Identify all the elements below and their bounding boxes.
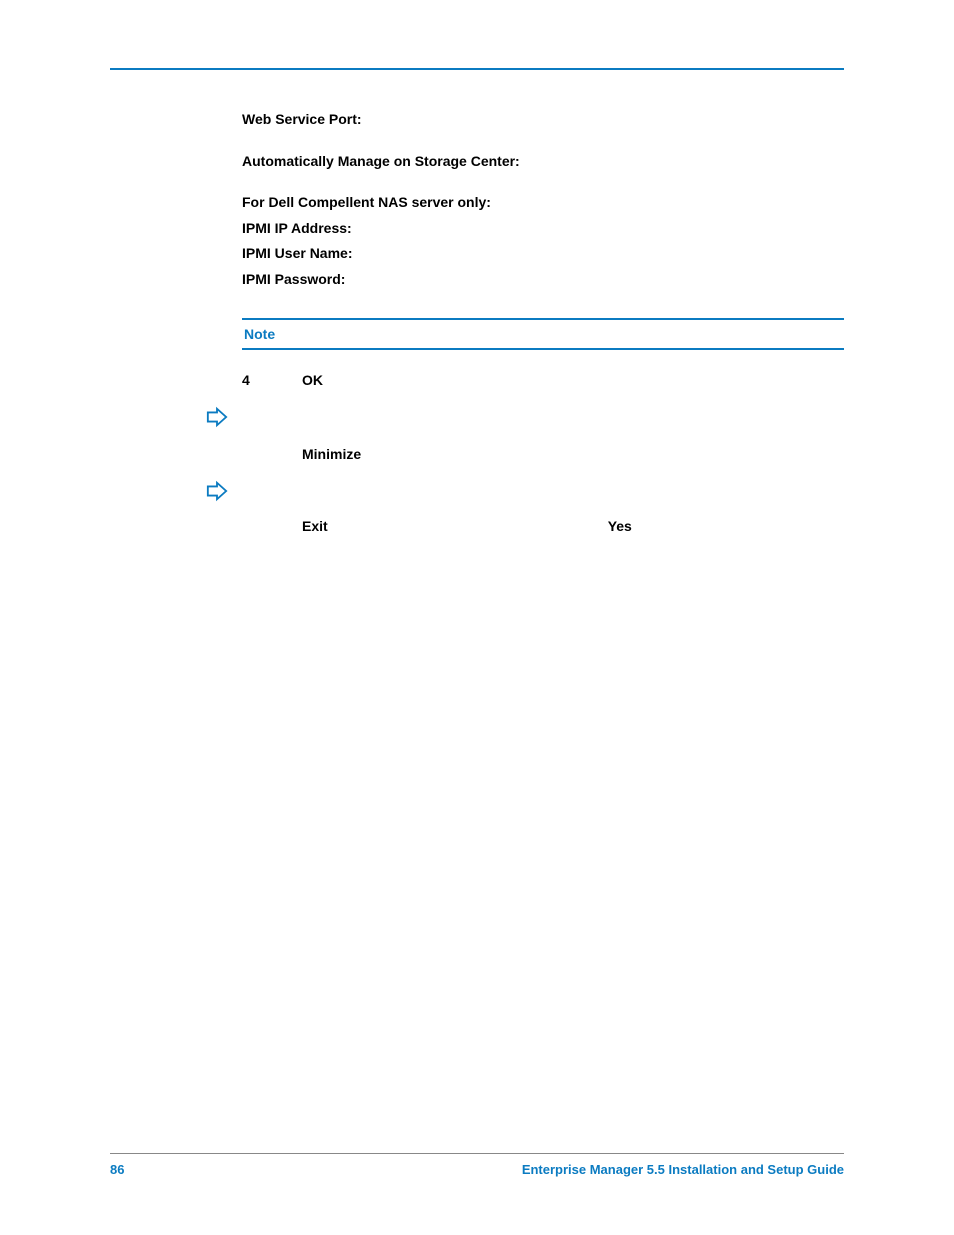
field-auto-manage: Automatically Manage on Storage Center:: [242, 152, 844, 172]
step-row: 4 OK: [242, 372, 844, 388]
field-ipmi-ip: IPMI IP Address:: [242, 219, 844, 239]
field-nas-only: For Dell Compellent NAS server only:: [242, 193, 844, 213]
step-text: OK: [302, 372, 323, 388]
page-footer: 86 Enterprise Manager 5.5 Installation a…: [110, 1153, 844, 1177]
field-ipmi-pass: IPMI Password:: [242, 270, 844, 290]
field-web-service-port: Web Service Port:: [242, 110, 844, 130]
page-number: 86: [110, 1162, 124, 1177]
top-divider: [110, 68, 844, 70]
step-number: 4: [242, 372, 302, 388]
arrow-right-icon: [206, 480, 228, 502]
action-minimize: Minimize: [302, 446, 844, 462]
note-box: Note: [242, 318, 844, 350]
action-yes: Yes: [608, 518, 632, 534]
action-exit: Exit: [302, 518, 328, 534]
note-label: Note: [244, 326, 275, 342]
field-ipmi-user: IPMI User Name:: [242, 244, 844, 264]
guide-title: Enterprise Manager 5.5 Installation and …: [522, 1162, 844, 1177]
arrow-right-icon: [206, 406, 228, 428]
